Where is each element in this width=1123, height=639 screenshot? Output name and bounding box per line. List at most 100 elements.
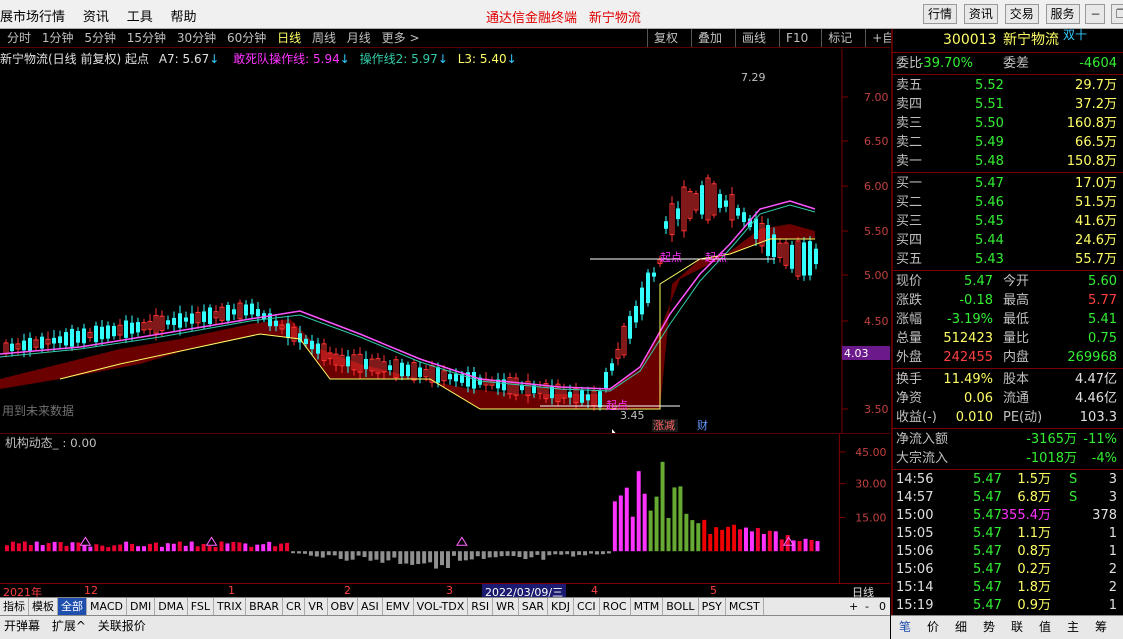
tab-trend[interactable]: 势 [975, 616, 1003, 638]
tab-cci[interactable]: CCI [574, 598, 600, 615]
tab-dma[interactable]: DMA [155, 598, 188, 615]
stat-label: 净资 [896, 391, 923, 406]
flow-bar [428, 551, 433, 563]
tab-main[interactable]: 主 [1059, 616, 1087, 638]
finance-badge[interactable]: 财 [697, 418, 708, 432]
tab-linked[interactable]: 联 [1003, 616, 1031, 638]
tab-dmi[interactable]: DMI [127, 598, 156, 615]
minimize-icon[interactable]: − [1085, 4, 1106, 24]
flow-bar [577, 551, 582, 555]
period-monthly[interactable]: 月线 [347, 29, 371, 47]
adjust-button[interactable]: 复权 [647, 29, 684, 47]
period-weekly[interactable]: 周线 [312, 29, 336, 47]
flow-bar [505, 551, 510, 556]
candle-body-down [628, 316, 632, 339]
tab-psy[interactable]: PSY [699, 598, 726, 615]
high-price-label: 7.29 [741, 71, 766, 84]
tab-vr[interactable]: VR [305, 598, 328, 615]
restore-icon[interactable]: ❐ [1111, 4, 1123, 24]
candle-body-down [106, 325, 110, 339]
tab-emv[interactable]: EMV [383, 598, 414, 615]
tab-vol-tdx[interactable]: VOL-TDX [414, 598, 469, 615]
tab-chips[interactable]: 筹 [1087, 616, 1115, 638]
tick-volume: 1.8万 [1017, 580, 1051, 595]
limit-badge[interactable]: 涨减 [653, 419, 675, 432]
overlay-button[interactable]: 叠加 [691, 29, 728, 47]
tab-mtm[interactable]: MTM [631, 598, 664, 615]
zero-tab-icon[interactable]: 0 [876, 598, 889, 615]
bid-label: 买四 [896, 233, 923, 248]
service-button[interactable]: 服务 [1045, 4, 1080, 24]
menu-help[interactable]: 帮助 [171, 6, 197, 25]
flow-bar [76, 542, 81, 552]
tab-mcst[interactable]: MCST [726, 598, 764, 615]
brand-name: 通达信金融终端 [486, 11, 578, 26]
remove-tab-icon[interactable]: - [862, 598, 872, 615]
flow-bar [88, 546, 93, 552]
ask-volume: 150.8万 [1066, 154, 1117, 169]
tab-indicator[interactable]: 指标 [0, 598, 29, 615]
tab-obv[interactable]: OBV [328, 598, 358, 615]
period-daily[interactable]: 日线 [277, 29, 301, 47]
f10-button[interactable]: F10 [779, 29, 814, 47]
period-more[interactable]: 更多 > [382, 29, 420, 47]
menu-tools[interactable]: 工具 [127, 6, 153, 25]
add-tab-icon[interactable]: + [846, 598, 861, 615]
tab-cr[interactable]: CR [283, 598, 306, 615]
tab-fsl[interactable]: FSL [188, 598, 214, 615]
menu-market[interactable]: 展市场行情 [0, 6, 65, 25]
menu-news[interactable]: 资讯 [83, 6, 109, 25]
ask-volume: 29.7万 [1075, 78, 1117, 93]
tab-trades[interactable]: 笔 [891, 616, 919, 638]
period-1min[interactable]: 1分钟 [42, 29, 74, 47]
tab-all[interactable]: 全部 [58, 598, 87, 615]
tab-wr[interactable]: WR [493, 598, 519, 615]
tab-asi[interactable]: ASI [358, 598, 383, 615]
flow-bar [422, 551, 427, 564]
candle-body-down [70, 328, 74, 347]
tick-volume: 1.5万 [1017, 472, 1051, 487]
kline-chart[interactable]: 7.006.506.005.505.004.504.033.50 7.29 3.… [0, 49, 890, 433]
tab-rsi[interactable]: RSI [468, 598, 494, 615]
tab-roc[interactable]: ROC [600, 598, 631, 615]
tab-macd[interactable]: MACD [87, 598, 127, 615]
flow-bar [398, 551, 403, 564]
tab-template[interactable]: 模板 [29, 598, 58, 615]
trade-button[interactable]: 交易 [1004, 4, 1039, 24]
period-30min[interactable]: 30分钟 [177, 29, 216, 47]
ask-label: 卖一 [896, 154, 923, 169]
period-5min[interactable]: 5分钟 [84, 29, 116, 47]
tab-brar[interactable]: BRAR [246, 598, 284, 615]
flow-bar [773, 531, 778, 552]
tab-value[interactable]: 值 [1031, 616, 1059, 638]
institution-chart[interactable]: 45.00 30.00 15.00 机构动态_ : 0.00 [0, 433, 890, 583]
candle-body-down [808, 241, 812, 276]
draw-button[interactable]: 画线 [735, 29, 772, 47]
related-quotes-button[interactable]: 关联报价 [94, 616, 150, 636]
quote-button[interactable]: 行情 [923, 4, 958, 24]
tab-price[interactable]: 价 [919, 616, 947, 638]
expand-button[interactable]: 扩展^ [48, 616, 90, 636]
tab-trix[interactable]: TRIX [214, 598, 247, 615]
tick-row: 15:05 5.47 1.1万 1 [893, 525, 1123, 543]
flow-bar [34, 541, 39, 552]
tick-price: 5.47 [973, 562, 1002, 577]
flow-bar [195, 546, 200, 552]
tick-volume: 6.8万 [1017, 490, 1051, 505]
flow-bar [374, 551, 379, 560]
period-tick[interactable]: 分时 [7, 29, 31, 47]
tab-detail[interactable]: 细 [947, 616, 975, 638]
news-button[interactable]: 资讯 [963, 4, 998, 24]
danmaku-button[interactable]: 开弹幕 [0, 616, 44, 636]
candle-body-down [736, 208, 740, 216]
tick-count: 3 [1108, 472, 1117, 487]
period-15min[interactable]: 15分钟 [127, 29, 166, 47]
candle-body-down [274, 320, 278, 327]
mark-button[interactable]: 标记 [821, 29, 858, 47]
candle-body-down [472, 371, 476, 389]
tab-kdj[interactable]: KDJ [548, 598, 574, 615]
tick-time: 15:06 [896, 562, 934, 577]
period-60min[interactable]: 60分钟 [227, 29, 266, 47]
tab-boll[interactable]: BOLL [663, 598, 699, 615]
tab-sar[interactable]: SAR [519, 598, 549, 615]
